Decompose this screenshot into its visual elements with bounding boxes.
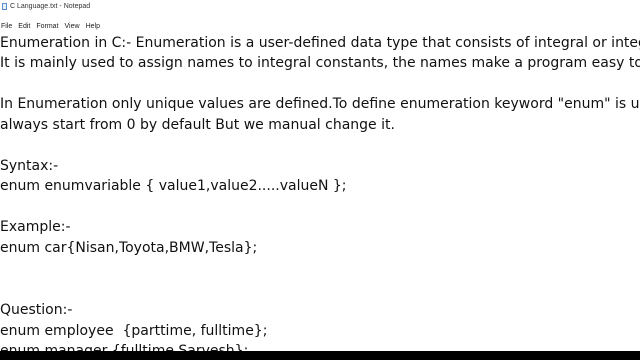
menu-file[interactable]: File [0, 23, 15, 30]
text-line: enum manager {fulltime,Sarvesh}; [0, 343, 249, 351]
text-editor[interactable]: Enumeration in C:- Enumeration is a user… [0, 33, 640, 351]
text-line: Syntax:- [0, 158, 59, 174]
menu-bar: File Edit Format View Help [0, 20, 640, 32]
text-line: Enumeration in C:- Enumeration is a user… [0, 35, 640, 51]
text-line: It is mainly used to assign names to int… [0, 55, 640, 71]
text-line: enum enumvariable { value1,value2.....va… [0, 178, 347, 194]
menu-help[interactable]: Help [83, 23, 103, 30]
text-line: Question:- [0, 302, 73, 318]
window-title: C Language.txt - Notepad [10, 3, 91, 10]
text-line: Example:- [0, 219, 71, 235]
screen-bottom-border [0, 351, 640, 360]
menu-view[interactable]: View [62, 23, 83, 30]
text-line: enum car{Nisan,Toyota,BMW,Tesla}; [0, 240, 258, 256]
menu-edit[interactable]: Edit [15, 23, 33, 30]
title-bar[interactable]: C Language.txt - Notepad [0, 0, 640, 13]
text-line: always start from 0 by default But we ma… [0, 117, 395, 133]
text-line: In Enumeration only unique values are de… [0, 96, 640, 112]
notepad-icon [2, 3, 7, 10]
notepad-window: C Language.txt - Notepad File Edit Forma… [0, 0, 640, 360]
menu-format[interactable]: Format [33, 23, 61, 30]
text-line: enum employee {parttime, fulltime}; [0, 323, 268, 339]
